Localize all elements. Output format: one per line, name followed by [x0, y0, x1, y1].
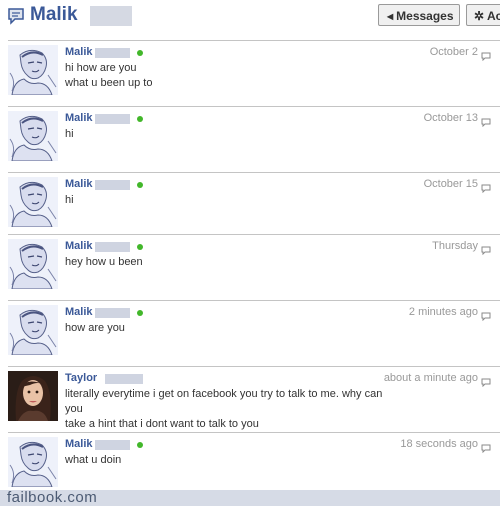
- redacted-surname: [90, 6, 132, 26]
- message-body: what u doin: [65, 453, 395, 468]
- redacted-surname: [95, 48, 130, 58]
- back-arrow-icon: ◀: [387, 12, 394, 21]
- message-body: hi how are you what u been up to: [65, 61, 395, 91]
- message-line: hi: [65, 128, 74, 140]
- sender-avatar[interactable]: [8, 305, 58, 355]
- online-status-icon: [137, 116, 143, 122]
- message-line: hi how are you: [65, 62, 137, 74]
- message-body: hi: [65, 127, 395, 142]
- message-line: how are you: [65, 322, 125, 334]
- reply-icon[interactable]: [481, 440, 491, 454]
- redacted-surname: [105, 374, 143, 384]
- chat-bubble-icon: [8, 8, 24, 25]
- sender-avatar[interactable]: [8, 371, 58, 421]
- sender-name-link[interactable]: Malik: [65, 306, 93, 318]
- message-divider: [8, 106, 500, 107]
- redacted-surname: [95, 308, 130, 318]
- message-divider: [8, 432, 500, 433]
- back-to-messages-button[interactable]: ◀ Messages: [378, 4, 460, 26]
- online-status-icon: [137, 50, 143, 56]
- thread-title: Malik: [30, 4, 78, 25]
- watermark-bar: failbook.com: [0, 489, 500, 506]
- online-status-icon: [137, 310, 143, 316]
- message-body: hey how u been: [65, 255, 395, 270]
- message-timestamp: October 15: [423, 178, 478, 190]
- message-timestamp: Thursday: [432, 240, 478, 252]
- message-body: how are you: [65, 321, 395, 336]
- message-divider: [8, 172, 500, 173]
- reply-icon[interactable]: [481, 242, 491, 256]
- message-line: hey how u been: [65, 256, 143, 268]
- watermark-text: failbook.com: [7, 489, 98, 506]
- message-divider: [8, 40, 500, 41]
- sender-avatar[interactable]: [8, 111, 58, 161]
- online-status-icon: [137, 442, 143, 448]
- sender-avatar[interactable]: [8, 239, 58, 289]
- redacted-surname: [95, 440, 130, 450]
- sender-avatar[interactable]: [8, 177, 58, 227]
- reply-icon[interactable]: [481, 114, 491, 128]
- message-timestamp: 18 seconds ago: [400, 438, 478, 450]
- sender-name-link[interactable]: Malik: [65, 178, 93, 190]
- message-divider: [8, 300, 500, 301]
- sender-name-link[interactable]: Malik: [65, 438, 93, 450]
- thread-header: Malik ◀Messages ✲ Ac: [0, 0, 500, 34]
- message-line: what u doin: [65, 454, 122, 466]
- message-divider: [8, 366, 500, 367]
- online-status-icon: [137, 244, 143, 250]
- message-line: hi: [65, 194, 74, 206]
- sender-name-link[interactable]: Taylor: [65, 372, 97, 384]
- reply-icon[interactable]: [481, 180, 491, 194]
- message-timestamp: about a minute ago: [383, 372, 478, 384]
- message-line: take a hint that i dont want to talk to …: [65, 418, 259, 430]
- gear-icon: ✲: [474, 9, 485, 23]
- message-timestamp: October 2: [429, 46, 478, 58]
- reply-icon[interactable]: [481, 374, 491, 388]
- redacted-surname: [95, 114, 130, 124]
- message-line: what u been up to: [65, 77, 153, 89]
- sender-name-link[interactable]: Malik: [65, 46, 93, 58]
- redacted-surname: [95, 242, 130, 252]
- reply-icon[interactable]: [481, 48, 491, 62]
- message-divider: [8, 234, 500, 235]
- message-timestamp: 2 minutes ago: [408, 306, 478, 318]
- message-timestamp: October 13: [423, 112, 478, 124]
- reply-icon[interactable]: [481, 308, 491, 322]
- message-body: hi: [65, 193, 395, 208]
- sender-avatar[interactable]: [8, 45, 58, 95]
- sender-avatar[interactable]: [8, 437, 58, 487]
- sender-name-link[interactable]: Malik: [65, 240, 93, 252]
- sender-name-link[interactable]: Malik: [65, 112, 93, 124]
- redacted-surname: [95, 180, 130, 190]
- message-body: literally everytime i get on facebook yo…: [65, 387, 395, 432]
- message-line: literally everytime i get on facebook yo…: [65, 388, 383, 415]
- online-status-icon: [137, 182, 143, 188]
- actions-button[interactable]: ✲ Ac: [466, 4, 500, 26]
